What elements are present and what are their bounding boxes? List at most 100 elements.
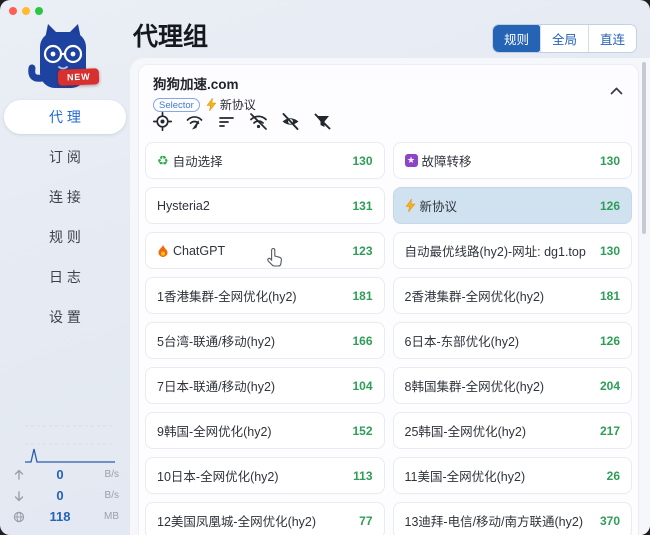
- failover-icon: ★: [405, 154, 418, 167]
- proxy-delay: 166: [352, 334, 372, 348]
- recycle-icon: ♻: [157, 153, 169, 169]
- total-value: 118: [31, 509, 89, 524]
- wifi-off-icon[interactable]: [249, 112, 268, 131]
- lightning-icon: [206, 98, 217, 111]
- current-proxy-label: 新协议: [206, 96, 256, 113]
- proxy-card-selected[interactable]: 新协议 126: [393, 187, 633, 224]
- proxy-name: 6日本-东部优化(hy2): [405, 331, 520, 350]
- proxy-delay: 130: [352, 154, 372, 168]
- proxy-name: 13迪拜-电信/移动/南方联通(hy2): [405, 511, 584, 530]
- proxy-card[interactable]: ★ 故障转移 130: [393, 142, 633, 179]
- eye-off-icon[interactable]: [281, 112, 300, 131]
- selector-type-badge: Selector: [153, 98, 200, 112]
- proxy-name: 12美国凤凰城-全网优化(hy2): [157, 511, 316, 530]
- locate-icon[interactable]: [153, 112, 172, 131]
- group-name: 狗狗加速.com: [153, 73, 624, 93]
- proxy-card[interactable]: 8韩国集群-全网优化(hy2) 204: [393, 367, 633, 404]
- traffic-stats: 0 B/s 0 B/s 118 MB: [13, 422, 119, 527]
- total-stat: 118 MB: [13, 506, 119, 527]
- proxy-card[interactable]: 2香港集群-全网优化(hy2) 181: [393, 277, 633, 314]
- proxy-delay: 26: [607, 469, 620, 483]
- minimize-button[interactable]: [22, 7, 30, 15]
- window-controls: [9, 7, 43, 15]
- proxy-card[interactable]: 9韩国-全网优化(hy2) 152: [145, 412, 385, 449]
- proxy-card[interactable]: 6日本-东部优化(hy2) 126: [393, 322, 633, 359]
- sidebar: NEW 代 理 订 阅 连 接 规 则 日 志 设 置 0 B/s: [0, 0, 130, 535]
- arrow-up-icon: [13, 469, 31, 481]
- proxy-name: 11美国-全网优化(hy2): [405, 466, 526, 485]
- proxy-delay: 126: [600, 334, 620, 348]
- sidebar-item-connections[interactable]: 连 接: [0, 177, 130, 217]
- close-button[interactable]: [9, 7, 17, 15]
- proxy-delay: 370: [600, 514, 620, 528]
- proxy-name: ChatGPT: [173, 244, 225, 258]
- proxy-name: 自动最优线路(hy2)-网址: dg1.top: [405, 241, 586, 260]
- proxy-name: 7日本-联通/移动(hy2): [157, 376, 275, 395]
- download-value: 0: [31, 488, 89, 503]
- proxy-delay: 131: [352, 199, 372, 213]
- proxy-card[interactable]: 25韩国-全网优化(hy2) 217: [393, 412, 633, 449]
- proxy-name: 8韩国集群-全网优化(hy2): [405, 376, 545, 395]
- proxy-card[interactable]: Hysteria2 131: [145, 187, 385, 224]
- proxy-card[interactable]: 1香港集群-全网优化(hy2) 181: [145, 277, 385, 314]
- sidebar-item-proxy[interactable]: 代 理: [4, 100, 126, 134]
- sidebar-item-logs[interactable]: 日 志: [0, 257, 130, 297]
- main-panel: 狗狗加速.com Selector 新协议: [130, 58, 650, 535]
- proxy-delay: 104: [352, 379, 372, 393]
- proxy-delay: 126: [600, 199, 620, 213]
- lightning-icon: [405, 199, 416, 212]
- proxy-delay: 204: [600, 379, 620, 393]
- total-unit: MB: [89, 511, 119, 522]
- zoom-button[interactable]: [35, 7, 43, 15]
- proxy-card[interactable]: 13迪拜-电信/移动/南方联通(hy2) 370: [393, 502, 633, 535]
- mode-global-button[interactable]: 全局: [540, 25, 588, 52]
- scrollbar-thumb[interactable]: [642, 62, 646, 234]
- proxy-name: 新协议: [420, 196, 458, 215]
- chevron-up-icon[interactable]: [610, 82, 623, 100]
- proxy-name: 2香港集群-全网优化(hy2): [405, 286, 545, 305]
- upload-value: 0: [31, 467, 89, 482]
- upload-unit: B/s: [89, 469, 119, 480]
- proxy-card[interactable]: 12美国凤凰城-全网优化(hy2) 77: [145, 502, 385, 535]
- page-title: 代理组: [133, 17, 208, 53]
- speedtest-icon[interactable]: [185, 112, 204, 131]
- upload-stat: 0 B/s: [13, 464, 119, 485]
- proxy-name: 自动选择: [173, 151, 223, 170]
- proxy-card[interactable]: ChatGPT 123: [145, 232, 385, 269]
- proxy-card[interactable]: ♻自动选择 130: [145, 142, 385, 179]
- proxy-name: 10日本-全网优化(hy2): [157, 466, 279, 485]
- filter-off-icon[interactable]: [313, 112, 332, 131]
- proxy-delay: 113: [353, 469, 372, 483]
- proxy-card[interactable]: 5台湾-联通/移动(hy2) 166: [145, 322, 385, 359]
- mode-direct-button[interactable]: 直连: [588, 25, 636, 52]
- proxy-card[interactable]: 11美国-全网优化(hy2) 26: [393, 457, 633, 494]
- proxy-delay: 130: [600, 244, 620, 258]
- proxy-delay: 77: [359, 514, 372, 528]
- group-toolbar: [153, 112, 332, 131]
- proxy-group-card: 狗狗加速.com Selector 新协议: [138, 64, 639, 535]
- arrow-down-icon: [13, 490, 31, 502]
- group-header[interactable]: 狗狗加速.com Selector 新协议: [139, 65, 638, 113]
- proxy-name: 9韩国-全网优化(hy2): [157, 421, 272, 440]
- proxy-name: 1香港集群-全网优化(hy2): [157, 286, 297, 305]
- proxy-name: Hysteria2: [157, 199, 210, 213]
- proxy-name: 故障转移: [422, 151, 472, 170]
- fire-icon: [157, 244, 169, 258]
- app-window: NEW 代 理 订 阅 连 接 规 则 日 志 设 置 0 B/s: [0, 0, 650, 535]
- sidebar-item-rules[interactable]: 规 则: [0, 217, 130, 257]
- proxy-name: 5台湾-联通/移动(hy2): [157, 331, 275, 350]
- proxy-delay: 181: [600, 289, 620, 303]
- sort-icon[interactable]: [217, 112, 236, 131]
- globe-icon: [13, 511, 31, 523]
- mode-rule-button[interactable]: 规则: [492, 24, 541, 53]
- proxy-card[interactable]: 自动最优线路(hy2)-网址: dg1.top 130: [393, 232, 633, 269]
- traffic-sparkline: [13, 422, 119, 464]
- sidebar-item-subscription[interactable]: 订 阅: [0, 137, 130, 177]
- proxy-card[interactable]: 7日本-联通/移动(hy2) 104: [145, 367, 385, 404]
- proxy-card[interactable]: 10日本-全网优化(hy2) 113: [145, 457, 385, 494]
- proxy-delay: 130: [600, 154, 620, 168]
- proxy-delay: 217: [600, 424, 620, 438]
- sidebar-item-settings[interactable]: 设 置: [0, 297, 130, 337]
- download-stat: 0 B/s: [13, 485, 119, 506]
- proxy-delay: 181: [352, 289, 372, 303]
